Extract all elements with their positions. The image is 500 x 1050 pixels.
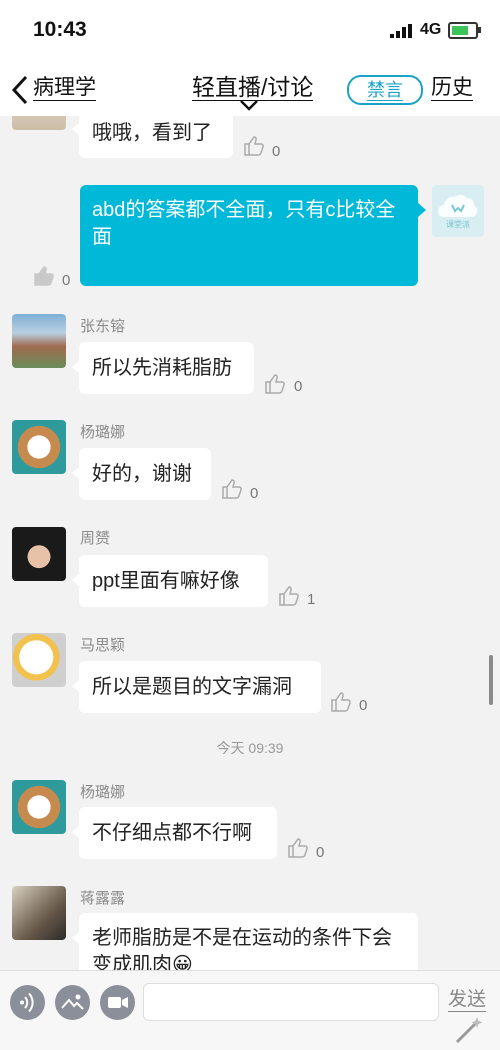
message-text: 老师脂肪是不是在运动的条件下会变成肌肉😀	[92, 927, 392, 970]
thumbs-up-icon[interactable]	[32, 264, 56, 288]
message-text: 哦哦，看到了	[92, 122, 212, 144]
sender-name: 杨璐娜	[80, 424, 126, 441]
magic-wand-icon	[455, 1017, 483, 1044]
message-bubble[interactable]: ppt里面有嘛好像	[72, 555, 268, 607]
avatar[interactable]	[12, 633, 66, 687]
like-count: 0	[316, 844, 325, 861]
thumbs-up-icon[interactable]	[263, 372, 287, 396]
message-text: 好的，谢谢	[92, 463, 192, 485]
message-bubble[interactable]: 所以是题目的文字漏洞	[72, 661, 321, 713]
send-button[interactable]: 发送	[448, 989, 487, 1012]
image-icon	[61, 994, 84, 1010]
page-title[interactable]: 轻直播/讨论	[192, 74, 314, 101]
avatar[interactable]	[12, 886, 66, 940]
message-bubble[interactable]: 好的，谢谢	[72, 448, 211, 500]
timestamp: 今天 09:39	[216, 740, 284, 756]
mute-label: 禁言	[367, 80, 403, 101]
sender-name: 杨璐娜	[80, 784, 126, 801]
thumbs-up-icon[interactable]	[329, 690, 353, 714]
mute-button[interactable]: 禁言	[347, 75, 423, 105]
chevron-down-icon[interactable]	[239, 99, 259, 111]
message-text: 所以先消耗脂肪	[92, 357, 232, 379]
back-chevron-icon[interactable]	[10, 74, 30, 106]
nav-bar: 病理学 轻直播/讨论 禁言 历史	[0, 62, 500, 116]
status-time: 10:43	[33, 18, 87, 41]
thumbs-up-icon[interactable]	[286, 836, 310, 860]
sender-name: 周赟	[80, 530, 111, 547]
avatar[interactable]	[12, 116, 66, 130]
scrollbar[interactable]	[489, 655, 493, 705]
like-count: 0	[250, 485, 259, 502]
voice-button[interactable]	[10, 985, 45, 1020]
back-button[interactable]: 病理学	[33, 76, 96, 101]
video-button[interactable]	[100, 985, 135, 1020]
status-bar: 10:43 4G	[0, 0, 500, 62]
like-count: 1	[307, 591, 316, 608]
battery-icon	[448, 22, 481, 39]
signal-icon	[390, 24, 412, 38]
video-icon	[108, 997, 128, 1008]
message-text: 不仔细点都不行啊	[92, 822, 252, 844]
voice-icon	[20, 992, 34, 1013]
like-count: 0	[62, 272, 71, 289]
avatar[interactable]	[12, 420, 66, 474]
message-text: 所以是题目的文字漏洞	[92, 676, 292, 698]
like-count: 0	[294, 378, 303, 395]
message-bubble[interactable]: 老师脂肪是不是在运动的条件下会变成肌肉😀	[72, 913, 418, 970]
sender-name: 蒋露露	[80, 890, 126, 907]
input-bar: 发送	[0, 970, 500, 1050]
avatar[interactable]	[12, 780, 66, 834]
avatar[interactable]	[12, 314, 66, 368]
message-bubble[interactable]: 哦哦，看到了	[72, 116, 233, 158]
message-bubble[interactable]: abd的答案都不全面，只有c比较全面	[80, 185, 426, 286]
sender-name: 张东镕	[80, 318, 126, 335]
sender-name: 马思颖	[80, 637, 126, 654]
message-text: ppt里面有嘛好像	[92, 570, 240, 592]
self-avatar[interactable]: 课堂派	[432, 185, 484, 237]
like-count: 0	[272, 143, 281, 160]
thumbs-up-icon[interactable]	[242, 134, 266, 158]
network-type: 4G	[420, 21, 442, 38]
history-button[interactable]: 历史	[431, 76, 473, 101]
message-bubble[interactable]: 不仔细点都不行啊	[72, 807, 277, 859]
thumbs-up-icon[interactable]	[220, 477, 244, 501]
thumbs-up-icon[interactable]	[277, 584, 301, 608]
avatar[interactable]	[12, 527, 66, 581]
image-button[interactable]	[55, 985, 90, 1020]
like-count: 0	[359, 697, 368, 714]
self-avatar-label: 课堂派	[446, 220, 470, 229]
message-text: abd的答案都不全面，只有c比较全面	[92, 199, 396, 248]
chat-area[interactable]: 哦哦，看到了 0 abd的答案都不全面，只有c比较全面 课堂派 0 张东镕 所以…	[0, 116, 500, 970]
message-input[interactable]	[143, 983, 439, 1021]
message-bubble[interactable]: 所以先消耗脂肪	[72, 342, 254, 394]
